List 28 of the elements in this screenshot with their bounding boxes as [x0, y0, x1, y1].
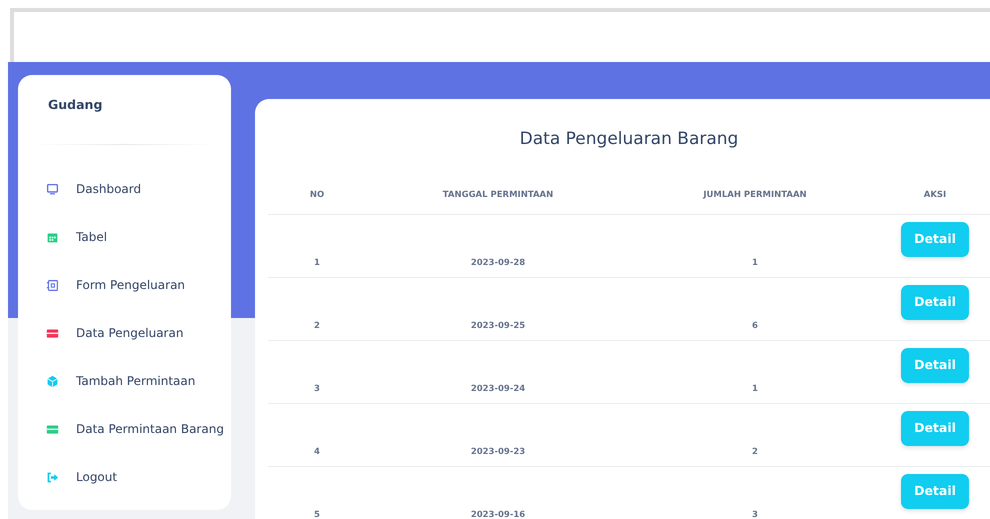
column-header: AKSI	[880, 176, 990, 214]
table-cell: 1	[630, 214, 880, 278]
table-cell: 5	[268, 466, 366, 519]
table-cell: 2	[630, 404, 880, 466]
table-cell: 3	[630, 466, 880, 519]
table-cell: 2023-09-25	[366, 278, 630, 340]
sidebar-item[interactable]: Data Pengeluaran	[18, 309, 231, 357]
brand-name: Gudang	[48, 96, 102, 114]
sidebar-item[interactable]: Data Permintaan Barang	[18, 405, 231, 453]
column-header: JUMLAH PERMINTAAN	[630, 176, 880, 214]
page-title: Data Pengeluaran Barang	[518, 128, 740, 151]
table-cell: 4	[268, 404, 366, 466]
sidebar-item[interactable]: Form Pengeluaran	[18, 261, 231, 309]
table-cell: 2023-09-16	[366, 466, 630, 519]
column-header: NO	[268, 176, 366, 214]
table-cell: 2023-09-23	[366, 404, 630, 466]
table-cell: 1	[630, 340, 880, 404]
sidebar-item[interactable]: Dashboard	[18, 165, 231, 213]
table-cell: 2023-09-24	[366, 340, 630, 404]
sidebar-item[interactable]: Tambah Permintaan	[18, 357, 231, 405]
table-cell: 2	[268, 278, 366, 340]
table-cell: 2023-09-28	[366, 214, 630, 278]
table-cell: 1	[268, 214, 366, 278]
column-header: TANGGAL PERMINTAAN	[366, 176, 630, 214]
table-cell: 6	[630, 278, 880, 340]
sidebar-item[interactable]: Tabel	[18, 213, 231, 261]
sidebar-item[interactable]: Logout	[18, 453, 231, 501]
table-cell: 3	[268, 340, 366, 404]
